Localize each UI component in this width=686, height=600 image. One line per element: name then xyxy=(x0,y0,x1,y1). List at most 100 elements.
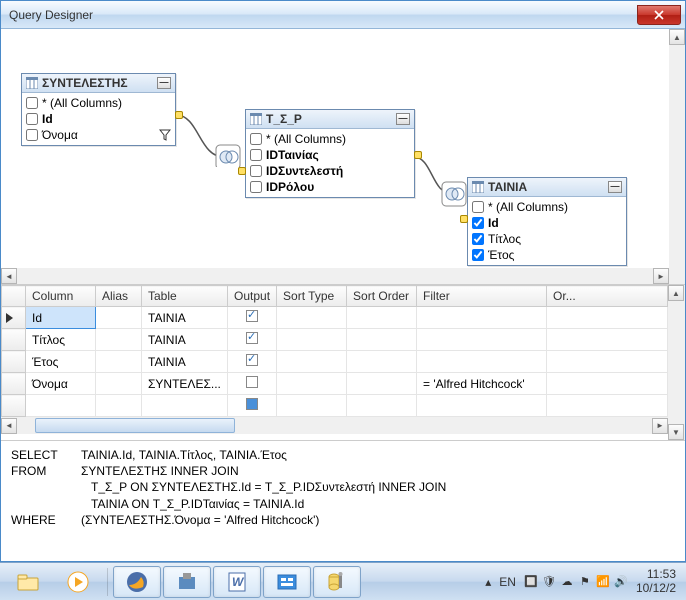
column-checkbox[interactable] xyxy=(26,97,38,109)
table-box-syntelestis[interactable]: ΣΥΝΤΕΛΕΣΤΗΣ — * (All Columns) Id Όνομα xyxy=(21,73,176,146)
join-endpoint[interactable] xyxy=(175,111,183,119)
diagram-v-scrollbar[interactable]: ▲ ▼ xyxy=(669,29,685,284)
output-checkbox[interactable] xyxy=(246,354,258,366)
clock[interactable]: 11:53 10/12/2 xyxy=(636,568,676,594)
col-header-filter[interactable]: Filter xyxy=(417,286,547,307)
cell-alias[interactable] xyxy=(96,351,142,373)
cell-alias[interactable] xyxy=(96,329,142,351)
column-checkbox[interactable] xyxy=(472,233,484,245)
cell-sorttype[interactable] xyxy=(277,351,347,373)
column-checkbox[interactable] xyxy=(250,133,262,145)
cell-sortorder[interactable] xyxy=(347,329,417,351)
scroll-up-button[interactable]: ▲ xyxy=(668,285,684,301)
cell-alias[interactable] xyxy=(96,395,142,417)
table-box-tsp[interactable]: Τ_Σ_Ρ — * (All Columns) IDΤαινίας IDΣυντ… xyxy=(245,109,415,198)
table-header[interactable]: ΤΑΙΝΙΑ — xyxy=(468,178,626,197)
column-checkbox[interactable] xyxy=(250,165,262,177)
col-header-column[interactable]: Column xyxy=(26,286,96,307)
output-checkbox[interactable] xyxy=(246,398,258,410)
cell-output[interactable] xyxy=(228,307,277,329)
cell-filter[interactable] xyxy=(417,307,547,329)
minimize-button[interactable]: — xyxy=(396,113,410,125)
minimize-button[interactable]: — xyxy=(157,77,171,89)
column-row[interactable]: Έτος xyxy=(470,247,624,263)
col-header-or[interactable]: Or... xyxy=(547,286,668,307)
column-row[interactable]: IDΣυντελεστή xyxy=(248,163,412,179)
tray-action-center-icon[interactable]: 🔲 xyxy=(524,575,538,589)
cell-or[interactable] xyxy=(547,395,668,417)
column-row[interactable]: IDΤαινίας xyxy=(248,147,412,163)
join-endpoint[interactable] xyxy=(414,151,422,159)
diagram-pane[interactable]: ΣΥΝΤΕΛΕΣΤΗΣ — * (All Columns) Id Όνομα Τ… xyxy=(1,29,685,285)
language-indicator[interactable]: EN xyxy=(499,575,516,589)
output-checkbox[interactable] xyxy=(246,376,258,388)
cell-output[interactable] xyxy=(228,329,277,351)
tray-shield-icon[interactable]: 🛡 xyxy=(542,575,556,589)
cell-sortorder[interactable] xyxy=(347,307,417,329)
grid-row[interactable] xyxy=(2,395,668,417)
cell-output[interactable] xyxy=(228,395,277,417)
cell-alias[interactable] xyxy=(96,307,142,329)
cell-table[interactable]: ΤΑΙΝΙΑ xyxy=(142,329,228,351)
grid-row[interactable]: IdΤΑΙΝΙΑ xyxy=(2,307,668,329)
scroll-down-button[interactable]: ▼ xyxy=(668,424,684,440)
cell-sortorder[interactable] xyxy=(347,395,417,417)
row-header[interactable] xyxy=(2,351,26,373)
tray-chevron-icon[interactable]: ▴ xyxy=(485,575,491,589)
cell-column[interactable]: Όνομα xyxy=(26,373,96,395)
scroll-right-button[interactable]: ► xyxy=(652,418,668,434)
table-box-tainia[interactable]: ΤΑΙΝΙΑ — * (All Columns) Id Τίτλος Έτος xyxy=(467,177,627,266)
row-header[interactable] xyxy=(2,329,26,351)
column-row[interactable]: Τίτλος xyxy=(470,231,624,247)
cell-alias[interactable] xyxy=(96,373,142,395)
column-row[interactable]: * (All Columns) xyxy=(248,131,412,147)
taskbar-explorer-button[interactable] xyxy=(4,566,52,598)
diagram-h-scrollbar[interactable]: ◄ ► xyxy=(1,268,669,284)
taskbar-app2-button[interactable] xyxy=(263,566,311,598)
column-row[interactable]: Id xyxy=(24,111,173,127)
cell-table[interactable] xyxy=(142,395,228,417)
grid-row[interactable]: ΌνομαΣΥΝΤΕΛΕΣ...= 'Alfred Hitchcock' xyxy=(2,373,668,395)
cell-column[interactable] xyxy=(26,395,96,417)
scroll-up-button[interactable]: ▲ xyxy=(669,29,685,45)
taskbar-app1-button[interactable] xyxy=(163,566,211,598)
criteria-grid[interactable]: Column Alias Table Output Sort Type Sort… xyxy=(1,285,668,417)
cell-table[interactable]: ΣΥΝΤΕΛΕΣ... xyxy=(142,373,228,395)
cell-sortorder[interactable] xyxy=(347,373,417,395)
row-header[interactable] xyxy=(2,395,26,417)
join-endpoint[interactable] xyxy=(238,167,246,175)
row-header[interactable] xyxy=(2,373,26,395)
cell-output[interactable] xyxy=(228,351,277,373)
grid-v-scrollbar[interactable]: ▲ ▼ xyxy=(668,285,685,440)
cell-column[interactable]: Έτος xyxy=(26,351,96,373)
cell-or[interactable] xyxy=(547,307,668,329)
taskbar-word-button[interactable]: W xyxy=(213,566,261,598)
titlebar[interactable]: Query Designer xyxy=(1,1,685,29)
column-checkbox[interactable] xyxy=(472,249,484,261)
close-button[interactable] xyxy=(637,5,681,25)
scroll-left-button[interactable]: ◄ xyxy=(1,268,17,284)
output-checkbox[interactable] xyxy=(246,332,258,344)
cell-sorttype[interactable] xyxy=(277,329,347,351)
col-header-table[interactable]: Table xyxy=(142,286,228,307)
system-tray[interactable]: ▴ EN 🔲 🛡 ☁ ⚑ 📶 🔊 11:53 10/12/2 xyxy=(485,568,682,594)
tray-volume-icon[interactable]: 🔊 xyxy=(614,575,628,589)
taskbar[interactable]: W ▴ EN 🔲 🛡 ☁ ⚑ 📶 🔊 11:53 10/12/2 xyxy=(0,562,686,600)
column-checkbox[interactable] xyxy=(250,181,262,193)
cell-or[interactable] xyxy=(547,351,668,373)
cell-sortorder[interactable] xyxy=(347,351,417,373)
col-header-alias[interactable]: Alias xyxy=(96,286,142,307)
table-header[interactable]: ΣΥΝΤΕΛΕΣΤΗΣ — xyxy=(22,74,175,93)
join-endpoint[interactable] xyxy=(460,215,468,223)
scroll-right-button[interactable]: ► xyxy=(653,268,669,284)
col-header-sortorder[interactable]: Sort Order xyxy=(347,286,417,307)
cell-filter[interactable] xyxy=(417,395,547,417)
tray-network-icon[interactable]: 📶 xyxy=(596,575,610,589)
taskbar-firefox-button[interactable] xyxy=(113,566,161,598)
column-row[interactable]: Id xyxy=(470,215,624,231)
column-row[interactable]: Όνομα xyxy=(24,127,173,143)
column-row[interactable]: * (All Columns) xyxy=(24,95,173,111)
cell-column[interactable]: Τίτλος xyxy=(26,329,96,351)
column-checkbox[interactable] xyxy=(250,149,262,161)
col-header-sorttype[interactable]: Sort Type xyxy=(277,286,347,307)
